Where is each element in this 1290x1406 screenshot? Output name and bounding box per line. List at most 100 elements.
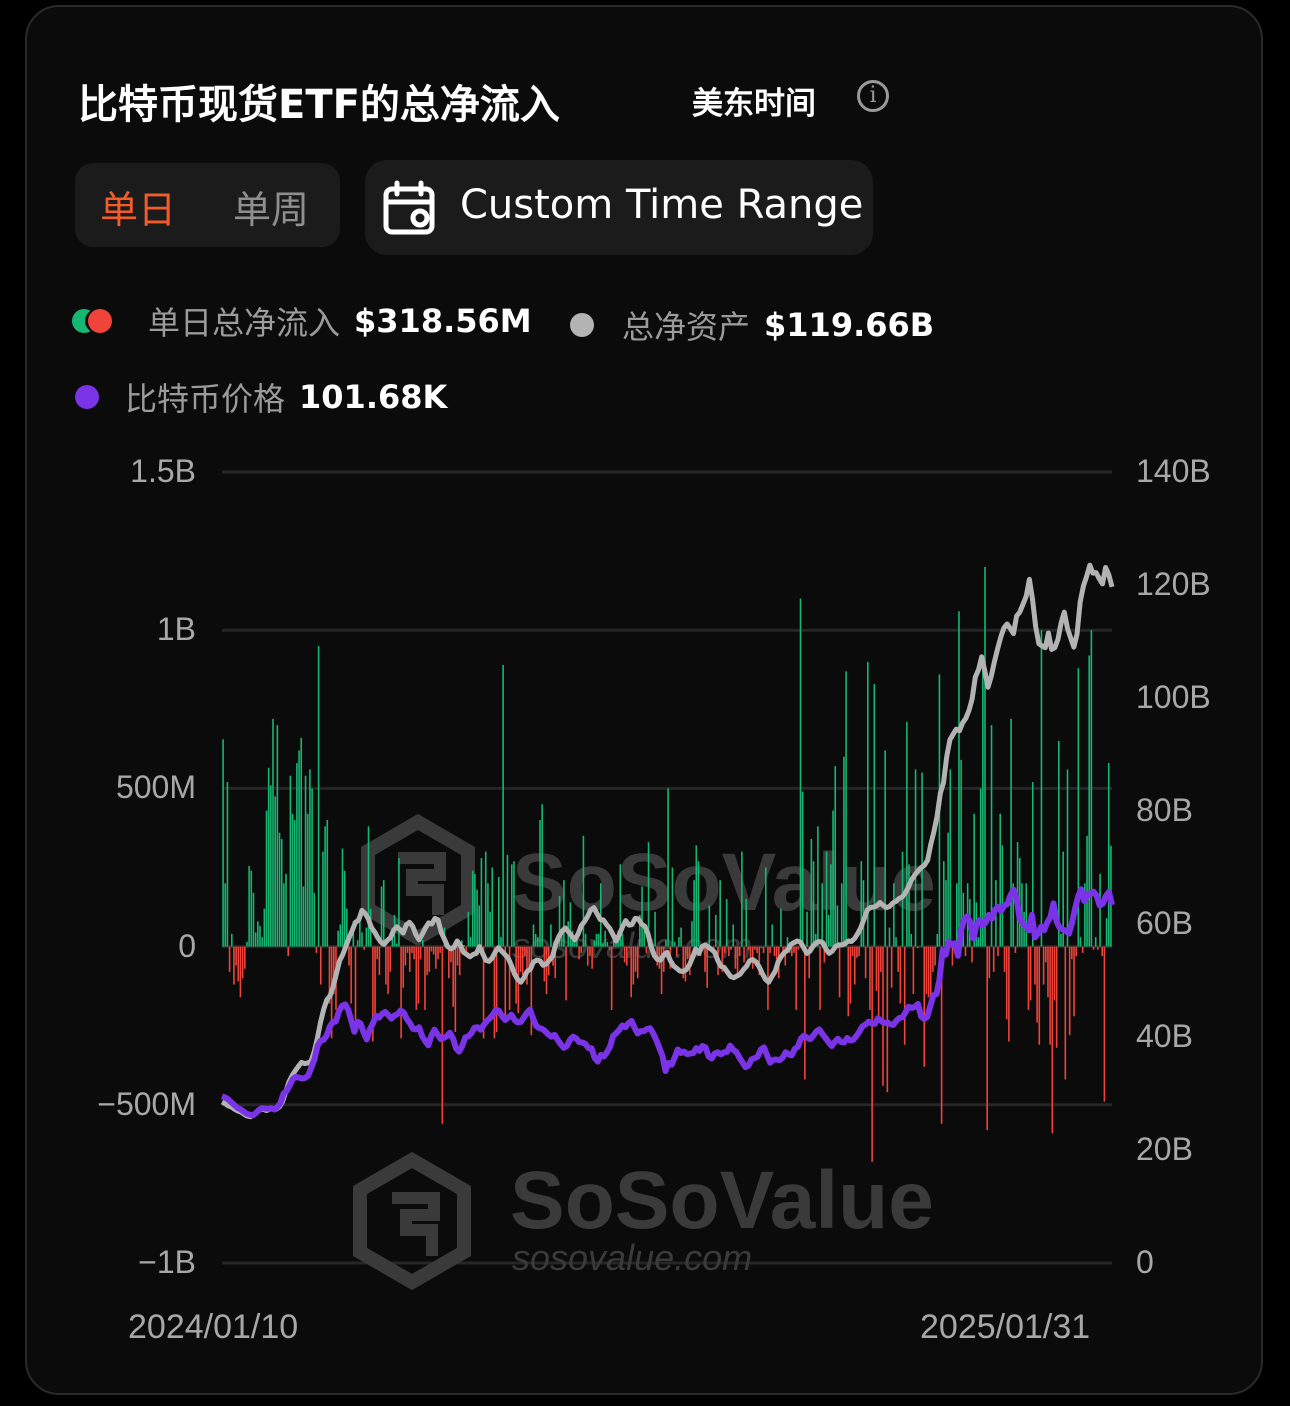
inflow-bar-negative[interactable] xyxy=(723,946,726,953)
inflow-bar-negative[interactable] xyxy=(610,946,613,1010)
inflow-bar-negative[interactable] xyxy=(350,946,352,1004)
inflow-bar-positive[interactable] xyxy=(478,905,481,947)
inflow-bar-positive[interactable] xyxy=(708,905,711,947)
inflow-bar-positive[interactable] xyxy=(801,791,804,947)
inflow-bar-positive[interactable] xyxy=(745,899,748,947)
inflow-bar-positive[interactable] xyxy=(945,880,947,947)
inflow-bar-positive[interactable] xyxy=(270,785,272,947)
inflow-bar-positive[interactable] xyxy=(893,883,895,947)
inflow-bar-negative[interactable] xyxy=(519,946,522,972)
inflow-bar-negative[interactable] xyxy=(1097,946,1099,950)
inflow-bar-negative[interactable] xyxy=(1051,946,1054,1134)
inflow-bar-positive[interactable] xyxy=(469,937,472,947)
inflow-bar-negative[interactable] xyxy=(589,946,591,957)
inflow-bar-negative[interactable] xyxy=(1053,946,1056,1001)
inflow-bar-negative[interactable] xyxy=(912,946,915,995)
inflow-bar-positive[interactable] xyxy=(825,851,828,947)
inflow-bar-positive[interactable] xyxy=(550,924,552,947)
inflow-bar-positive[interactable] xyxy=(341,848,344,947)
inflow-bar-positive[interactable] xyxy=(317,646,320,947)
inflow-bar-positive[interactable] xyxy=(799,598,802,947)
inflow-bar-negative[interactable] xyxy=(882,946,884,1086)
inflow-bar-negative[interactable] xyxy=(986,946,988,1131)
inflow-bar-positive[interactable] xyxy=(491,867,494,947)
inflow-bar-positive[interactable] xyxy=(339,924,342,947)
inflow-bar-positive[interactable] xyxy=(367,826,370,947)
inflow-bar-positive[interactable] xyxy=(621,933,624,947)
inflow-bar-positive[interactable] xyxy=(1090,630,1093,947)
inflow-bar-negative[interactable] xyxy=(795,946,797,1010)
inflow-bar-positive[interactable] xyxy=(471,870,474,947)
inflow-bar-negative[interactable] xyxy=(903,946,906,1045)
inflow-bar-negative[interactable] xyxy=(1029,946,1032,1001)
inflow-bar-positive[interactable] xyxy=(732,924,735,947)
inflow-bar-positive[interactable] xyxy=(356,940,359,947)
inflow-bar-negative[interactable] xyxy=(871,946,873,1162)
inflow-bar-negative[interactable] xyxy=(1027,946,1030,1010)
inflow-bar-positive[interactable] xyxy=(582,835,585,947)
inflow-bar-negative[interactable] xyxy=(228,946,231,972)
inflow-bar-positive[interactable] xyxy=(539,820,541,947)
inflow-bar-positive[interactable] xyxy=(906,721,908,947)
inflow-bar-positive[interactable] xyxy=(1066,769,1069,947)
inflow-bar-positive[interactable] xyxy=(276,725,279,947)
inflow-bar-positive[interactable] xyxy=(382,880,385,947)
inflow-bar-negative[interactable] xyxy=(495,946,498,1033)
inflow-bar-positive[interactable] xyxy=(322,851,324,947)
inflow-bar-negative[interactable] xyxy=(971,946,973,963)
inflow-bar-negative[interactable] xyxy=(927,946,930,998)
inflow-bar-positive[interactable] xyxy=(693,880,695,947)
inflow-bar-positive[interactable] xyxy=(484,851,487,947)
inflow-bar-negative[interactable] xyxy=(645,946,648,953)
inflow-bar-positive[interactable] xyxy=(895,937,897,947)
inflow-bar-negative[interactable] xyxy=(626,946,628,966)
inflow-bar-negative[interactable] xyxy=(916,946,919,949)
inflow-bar-negative[interactable] xyxy=(925,946,928,995)
inflow-bar-positive[interactable] xyxy=(250,870,253,947)
inflow-bar-negative[interactable] xyxy=(1073,946,1075,1017)
inflow-bar-negative[interactable] xyxy=(754,946,756,950)
inflow-bar-positive[interactable] xyxy=(510,864,513,947)
inflow-bar-positive[interactable] xyxy=(665,940,667,947)
inflow-bar-positive[interactable] xyxy=(513,861,515,947)
inflow-bar-negative[interactable] xyxy=(437,946,439,960)
inflow-bar-positive[interactable] xyxy=(764,867,767,947)
inflow-bar-negative[interactable] xyxy=(923,946,926,1067)
inflow-bar-positive[interactable] xyxy=(489,911,491,947)
inflow-bar-positive[interactable] xyxy=(421,940,424,947)
inflow-bar-positive[interactable] xyxy=(537,937,539,947)
inflow-bar-negative[interactable] xyxy=(686,946,689,960)
inflow-bar-negative[interactable] xyxy=(1014,946,1017,953)
inflow-bar-positive[interactable] xyxy=(836,905,839,947)
inflow-bar-positive[interactable] xyxy=(398,858,400,947)
inflow-bar-negative[interactable] xyxy=(1044,946,1047,963)
inflow-bar-negative[interactable] xyxy=(897,946,899,972)
inflow-bar-negative[interactable] xyxy=(578,946,580,960)
inflow-bar-positive[interactable] xyxy=(313,892,316,947)
inflow-bar-negative[interactable] xyxy=(858,946,860,957)
inflow-bar-negative[interactable] xyxy=(1092,946,1095,950)
inflow-bar-positive[interactable] xyxy=(222,739,224,947)
inflow-bar-positive[interactable] xyxy=(834,766,837,947)
inflow-bar-negative[interactable] xyxy=(929,946,932,1001)
inflow-bar-positive[interactable] xyxy=(942,861,945,947)
inflow-bar-negative[interactable] xyxy=(404,946,407,966)
inflow-bar-negative[interactable] xyxy=(851,946,854,957)
inflow-bar-positive[interactable] xyxy=(257,921,259,947)
inflow-bar-negative[interactable] xyxy=(565,946,567,1001)
inflow-bar-negative[interactable] xyxy=(838,946,841,998)
inflow-bar-negative[interactable] xyxy=(580,946,583,953)
inflow-bar-positive[interactable] xyxy=(827,914,830,947)
inflow-bar-negative[interactable] xyxy=(734,946,737,969)
inflow-bar-positive[interactable] xyxy=(817,826,819,947)
inflow-bar-positive[interactable] xyxy=(311,788,313,947)
inflow-bar-negative[interactable] xyxy=(237,946,240,982)
inflow-bar-negative[interactable] xyxy=(1036,946,1038,1023)
inflow-bar-negative[interactable] xyxy=(623,946,626,963)
inflow-bar-negative[interactable] xyxy=(1101,946,1104,957)
inflow-bar-positive[interactable] xyxy=(261,937,263,947)
inflow-bar-negative[interactable] xyxy=(456,946,459,966)
inflow-bar-negative[interactable] xyxy=(374,946,376,1017)
inflow-bar-negative[interactable] xyxy=(493,946,496,1039)
inflow-bar-positive[interactable] xyxy=(361,932,363,947)
